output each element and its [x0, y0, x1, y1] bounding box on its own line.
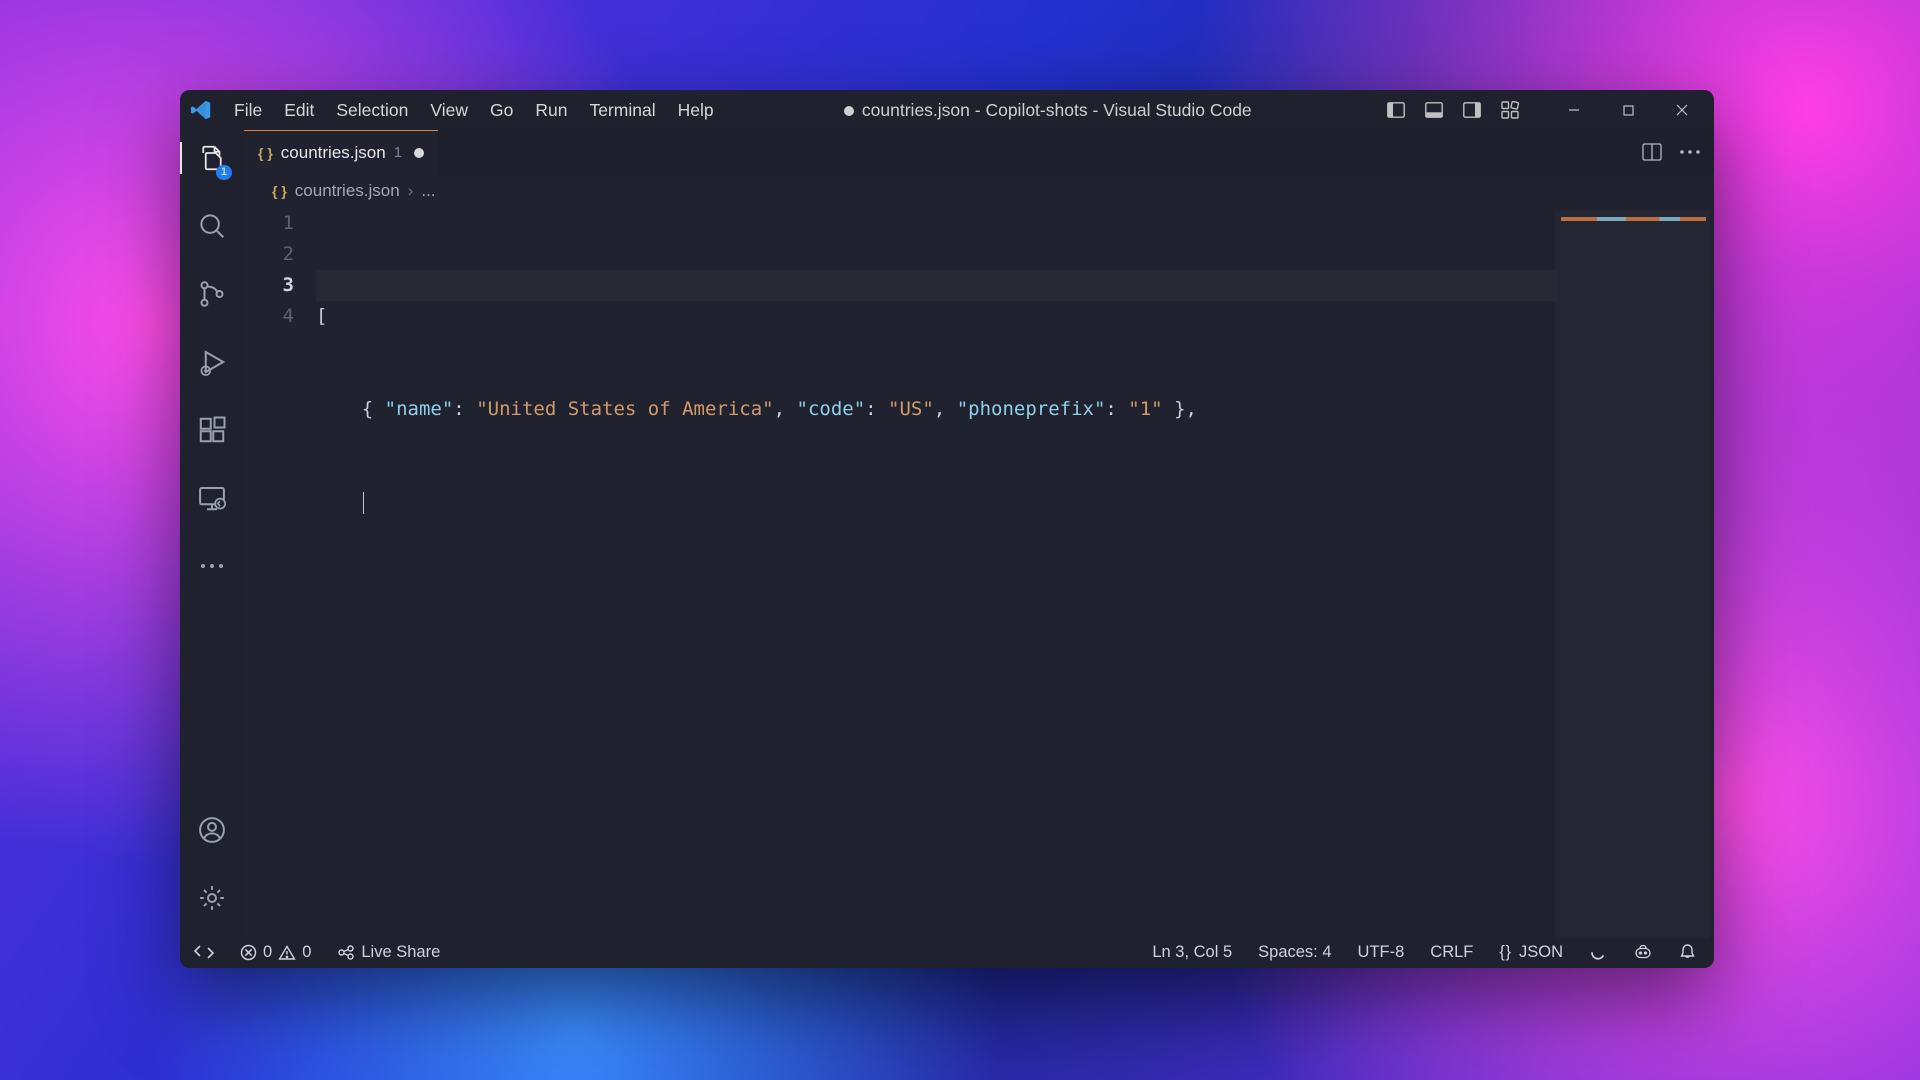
status-warnings-count: 0	[302, 943, 311, 962]
status-bar: 0 0 Live Share Ln 3, Col 5 Spaces: 4 UTF…	[180, 936, 1714, 968]
dirty-dot-icon	[844, 106, 854, 116]
tab-bar: { } countries.json 1	[244, 130, 1714, 174]
breadcrumb-more: ...	[421, 181, 435, 201]
status-cursor-position[interactable]: Ln 3, Col 5	[1148, 941, 1236, 964]
activity-explorer[interactable]: 1	[180, 138, 244, 178]
menu-run[interactable]: Run	[525, 96, 577, 125]
activity-settings[interactable]	[180, 878, 244, 918]
explorer-badge: 1	[216, 165, 232, 180]
minimap-content	[1561, 217, 1706, 221]
window-title: countries.json - Copilot-shots - Visual …	[724, 100, 1372, 121]
breadcrumbs[interactable]: { } countries.json › ...	[244, 174, 1714, 208]
code-token: {	[362, 398, 385, 420]
status-language-label: JSON	[1519, 943, 1563, 962]
code-token: ,	[934, 398, 957, 420]
code-string: "United States of America"	[476, 398, 773, 420]
code-token: :	[865, 398, 888, 420]
menu-edit[interactable]: Edit	[274, 96, 324, 125]
editor[interactable]: 1 2 3 4 [ { "name": "United States of Am…	[244, 208, 1714, 936]
menu-file[interactable]: File	[224, 96, 272, 125]
current-line-highlight	[316, 270, 1556, 301]
json-file-icon: { }	[272, 183, 287, 199]
titlebar: File Edit Selection View Go Run Terminal…	[180, 90, 1714, 130]
status-eol[interactable]: CRLF	[1426, 941, 1477, 964]
layout-bottom-icon[interactable]	[1420, 97, 1448, 123]
window-maximize-button[interactable]	[1606, 93, 1650, 127]
editor-group: { } countries.json 1 { } countries.json …	[244, 130, 1714, 936]
tab-diff-count: 1	[394, 144, 402, 161]
breadcrumb-file: countries.json	[295, 181, 400, 201]
activity-remote[interactable]	[180, 478, 244, 518]
code-string: "1"	[1128, 398, 1162, 420]
title-actions	[1382, 93, 1704, 127]
status-language[interactable]: { } JSON	[1495, 941, 1567, 964]
status-errors-count: 0	[263, 943, 272, 962]
activity-more[interactable]	[180, 546, 244, 586]
line-number: 1	[244, 208, 294, 239]
activity-bar: 1	[180, 130, 244, 936]
tab-dirty-icon	[414, 148, 424, 158]
status-liveshare-label: Live Share	[361, 943, 440, 962]
tab-countries-json[interactable]: { } countries.json 1	[244, 130, 438, 174]
json-file-icon: { }	[258, 145, 273, 161]
status-liveshare[interactable]: Live Share	[333, 941, 444, 964]
window-minimize-button[interactable]	[1552, 93, 1596, 127]
code-indent	[316, 398, 362, 420]
workbench-body: 1 { } countries.json 1	[180, 130, 1714, 936]
status-encoding[interactable]: UTF-8	[1354, 941, 1409, 964]
line-numbers: 1 2 3 4	[244, 208, 316, 936]
activity-source-control[interactable]	[180, 274, 244, 314]
editor-more-icon[interactable]	[1676, 139, 1704, 165]
layout-left-icon[interactable]	[1382, 97, 1410, 123]
window-title-text: countries.json - Copilot-shots - Visual …	[862, 100, 1252, 120]
activity-search[interactable]	[180, 206, 244, 246]
code-key: "name"	[385, 398, 454, 420]
activity-account[interactable]	[180, 810, 244, 850]
menu-go[interactable]: Go	[480, 96, 523, 125]
tab-filename: countries.json	[281, 143, 386, 163]
vscode-window: File Edit Selection View Go Run Terminal…	[180, 90, 1714, 968]
activity-debug[interactable]	[180, 342, 244, 382]
code-token: },	[1163, 398, 1197, 420]
code-token: ,	[774, 398, 797, 420]
braces-icon: { }	[1499, 943, 1509, 962]
code-token: [	[316, 305, 327, 327]
code-area[interactable]: [ { "name": "United States of America", …	[316, 208, 1714, 936]
menu-help[interactable]: Help	[668, 96, 724, 125]
activity-extensions[interactable]	[180, 410, 244, 450]
chevron-right-icon: ›	[408, 181, 414, 201]
menu-terminal[interactable]: Terminal	[579, 96, 665, 125]
code-key: "code"	[797, 398, 866, 420]
status-copilot-spinner[interactable]	[1585, 941, 1611, 963]
minimap[interactable]	[1555, 211, 1710, 939]
code-token: :	[453, 398, 476, 420]
layout-right-icon[interactable]	[1458, 97, 1486, 123]
status-problems[interactable]: 0 0	[236, 941, 315, 964]
line-number-current: 3	[244, 270, 294, 301]
status-notifications-icon[interactable]	[1675, 941, 1700, 963]
vscode-logo-icon	[190, 99, 212, 121]
menu-selection[interactable]: Selection	[326, 96, 418, 125]
status-indent[interactable]: Spaces: 4	[1254, 941, 1335, 964]
line-number: 4	[244, 301, 294, 332]
menu-bar: File Edit Selection View Go Run Terminal…	[224, 96, 724, 125]
text-cursor	[363, 492, 365, 514]
window-close-button[interactable]	[1660, 93, 1704, 127]
layout-customize-icon[interactable]	[1496, 97, 1524, 123]
status-remote[interactable]	[190, 942, 218, 962]
code-token: :	[1105, 398, 1128, 420]
code-string: "US"	[888, 398, 934, 420]
status-copilot-icon[interactable]	[1629, 941, 1657, 963]
split-editor-icon[interactable]	[1638, 139, 1666, 165]
code-key: "phoneprefix"	[957, 398, 1106, 420]
line-number: 2	[244, 239, 294, 270]
menu-view[interactable]: View	[420, 96, 478, 125]
